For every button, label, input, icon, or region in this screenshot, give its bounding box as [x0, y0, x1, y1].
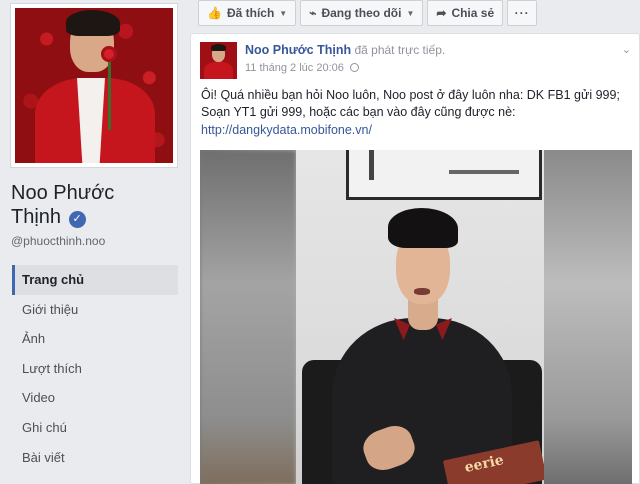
nav-item-about[interactable]: Giới thiệu — [12, 295, 178, 325]
following-button[interactable]: ⌁ Đang theo dõi ▼ — [300, 0, 424, 26]
nav-item-posts[interactable]: Bài viết — [12, 443, 178, 473]
post-author-link[interactable]: Noo Phước Thịnh — [245, 43, 351, 57]
video-frame: eerie — [296, 150, 544, 484]
nav-item-home[interactable]: Trang chủ — [12, 265, 178, 295]
liked-button[interactable]: 👍 Đã thích ▼ — [198, 0, 297, 26]
rss-icon: ⌁ — [309, 6, 317, 20]
thumbs-up-icon: 👍 — [207, 6, 222, 20]
page-name[interactable]: Noo Phước Thịnh ✓ — [11, 181, 183, 229]
share-button-label: Chia sẻ — [451, 6, 495, 20]
page-action-bar: 👍 Đã thích ▼ ⌁ Đang theo dõi ▼ ➦ Chia sẻ… — [198, 0, 541, 27]
chevron-down-icon: ▼ — [279, 8, 288, 18]
globe-icon — [349, 63, 359, 72]
page-name-line2: Thịnh — [11, 206, 62, 228]
video-blur-left — [200, 150, 296, 484]
share-button[interactable]: ➦ Chia sẻ — [427, 0, 504, 26]
post-text: Ôi! Quá nhiều bạn hỏi Noo luôn, Noo post… — [201, 88, 620, 119]
following-button-label: Đang theo dõi — [321, 6, 402, 20]
profile-photo — [15, 8, 173, 163]
page-name-line1: Noo Phước — [11, 182, 115, 204]
post-timestamp[interactable]: 11 tháng 2 lúc 20:06 — [245, 62, 344, 74]
book-title: eerie — [463, 452, 506, 477]
post-header: Noo Phước Thịnh đã phát trực tiếp. — [245, 43, 445, 57]
more-options-button[interactable]: ··· — [507, 0, 538, 26]
nav-item-videos[interactable]: Video — [12, 383, 178, 413]
liked-button-label: Đã thích — [226, 6, 275, 20]
nav-item-photos[interactable]: Ảnh — [12, 324, 178, 354]
verified-badge-icon: ✓ — [68, 211, 86, 228]
chevron-down-icon: ▼ — [406, 8, 415, 18]
page-nav: Trang chủ Giới thiệu Ảnh Lượt thích Vide… — [12, 265, 178, 472]
live-video[interactable]: eerie — [200, 150, 632, 484]
nav-item-notes[interactable]: Ghi chú — [12, 413, 178, 443]
post-meta: 11 tháng 2 lúc 20:06 — [245, 62, 359, 74]
left-column: Noo Phước Thịnh ✓ @phuocthinh.noo Trang … — [0, 0, 188, 484]
post-options-chevron-icon[interactable]: ⌄ — [622, 43, 631, 56]
page-handle: @phuocthinh.noo — [11, 234, 106, 248]
person-hair — [388, 208, 458, 248]
nav-item-likes[interactable]: Lượt thích — [12, 354, 178, 384]
wall-poster — [346, 150, 542, 200]
profile-picture[interactable] — [10, 3, 178, 168]
post-action-text: đã phát trực tiếp. — [354, 43, 446, 57]
post-author-avatar[interactable] — [200, 42, 237, 79]
post-link[interactable]: http://dangkydata.mobifone.vn/ — [201, 123, 372, 137]
share-arrow-icon: ➦ — [436, 6, 447, 20]
video-blur-right — [536, 150, 632, 484]
post-card: Noo Phước Thịnh đã phát trực tiếp. 11 th… — [190, 33, 640, 484]
